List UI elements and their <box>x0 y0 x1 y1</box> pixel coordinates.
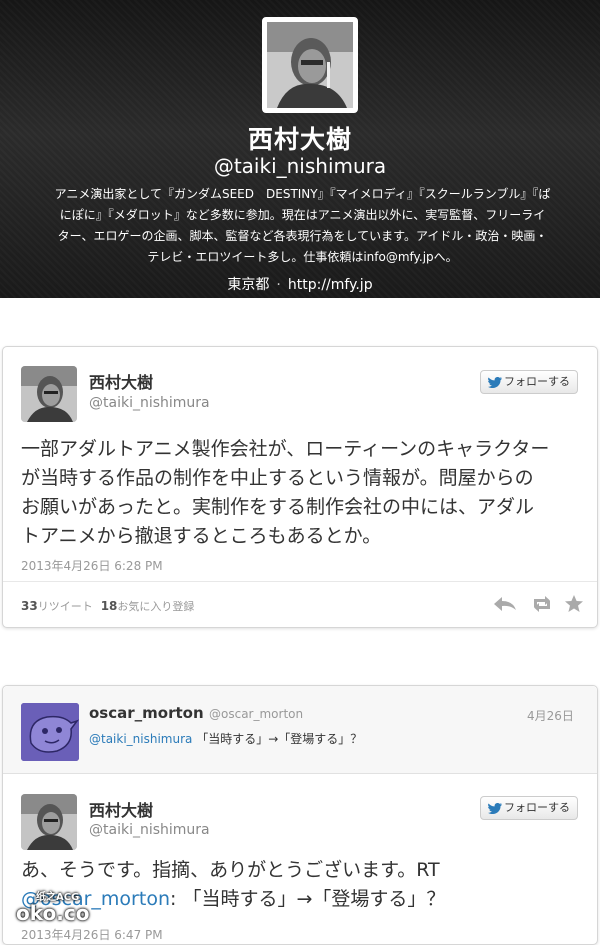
follow-button[interactable]: フォローする <box>480 796 578 820</box>
retweet-icon[interactable] <box>529 595 555 613</box>
divider <box>3 581 597 582</box>
conversation-card: oscar_morton @oscar_morton 4月26日 @taiki_… <box>2 685 598 945</box>
tweet-avatar[interactable] <box>21 794 77 850</box>
avatar-photo <box>267 22 353 108</box>
reply-text-body: 「当時する」→「登場する」？ <box>192 732 363 746</box>
retweet-label[interactable]: リツイート <box>38 600 93 613</box>
reply-author-handle[interactable]: @oscar_morton <box>209 707 303 721</box>
profile-bio: アニメ演出家として『ガンダムSEED DESTINY』『マイメロディ』『スクール… <box>45 184 560 268</box>
profile-location: 東京都 <box>227 277 270 293</box>
profile-bio-line: アニメ演出家として『ガンダムSEED DESTINY』『マイメロディ』『スクール… <box>54 187 551 201</box>
favorite-count[interactable]: 18 <box>101 599 118 613</box>
tweet-text-line: が当時する作品の制作を中止するという情報が。問屋からの <box>21 467 534 489</box>
profile-handle: @taiki_nishimura <box>213 154 387 178</box>
watermark-logo: 纸之ACG oko.co <box>2 884 89 930</box>
tweet-avatar[interactable] <box>21 366 77 422</box>
reply-icon[interactable] <box>493 595 517 613</box>
favorite-star-icon[interactable] <box>564 594 584 614</box>
profile-avatar[interactable] <box>262 17 358 113</box>
tweet-author-handle[interactable]: @taiki_nishimura <box>89 822 210 838</box>
twitter-bird-icon <box>488 802 502 814</box>
avatar-photo <box>21 794 77 850</box>
tweet-author-handle[interactable]: @taiki_nishimura <box>89 395 210 411</box>
profile-header: 西村大樹 @taiki_nishimura アニメ演出家として『ガンダムSEED… <box>0 0 600 298</box>
follow-button[interactable]: フォローする <box>480 370 578 394</box>
reply-author-name[interactable]: oscar_morton <box>89 704 204 722</box>
profile-bio-line: にぽに』『メダロット』など多数に参加。現在はアニメ演出以外に、実写監督、フリーラ… <box>59 208 546 222</box>
profile-bio-line: テレビ・エロツイート多し。仕事依頼はinfo@mfy.jpへ。 <box>147 250 458 264</box>
watermark-text: oko.co <box>16 901 90 925</box>
profile-location-row: 東京都 · http://mfy.jp <box>0 274 600 294</box>
profile-bio-line: ター、エロゲーの企画、脚本、監督など各表現行為をしています。アイドル・政治・映画… <box>57 229 548 243</box>
tweet-text-line: お願いがあったと。実制作をする制作会社の中には、アダル <box>21 496 535 518</box>
tweet-text-line: あ、そうです。指摘、ありがとうございます。RT <box>21 859 440 881</box>
location-separator: · <box>276 277 281 293</box>
reply-tweet[interactable]: oscar_morton @oscar_morton 4月26日 @taiki_… <box>3 686 597 774</box>
twitter-bird-icon <box>488 376 502 388</box>
avatar-photo <box>21 366 77 422</box>
follow-button-label: フォローする <box>504 375 570 388</box>
profile-name: 西村大樹 <box>247 125 352 154</box>
favorite-label[interactable]: お気に入り登録 <box>117 600 194 613</box>
mention-link[interactable]: @taiki_nishimura <box>89 732 192 746</box>
tweet-text-rest: : 「当時する」→「登場する」？ <box>170 888 446 910</box>
tweet-author-name[interactable]: 西村大樹 <box>89 369 153 393</box>
tweet-text-line: トアニメから撤退するところもあるとか。 <box>21 525 382 547</box>
tweet-card: 西村大樹 @taiki_nishimura フォローする 一部アダルトアニメ製作… <box>2 346 598 628</box>
tweet-timestamp[interactable]: 2013年4月26日 6:28 PM <box>21 557 163 574</box>
profile-url-link[interactable]: http://mfy.jp <box>288 277 373 293</box>
reply-date[interactable]: 4月26日 <box>527 707 574 724</box>
reply-avatar[interactable] <box>21 703 79 761</box>
retweet-count[interactable]: 33 <box>21 599 38 613</box>
follow-button-label: フォローする <box>504 801 570 814</box>
tweet-text-line: 一部アダルトアニメ製作会社が、ローティーンのキャラクター <box>21 438 550 460</box>
reply-text: @taiki_nishimura 「当時する」→「登場する」？ <box>89 730 362 747</box>
tweet-text: 一部アダルトアニメ製作会社が、ローティーンのキャラクター が当時する作品の制作を… <box>21 435 549 551</box>
cartoon-avatar-icon <box>21 703 79 761</box>
tweet-author-name[interactable]: 西村大樹 <box>89 797 153 821</box>
tweet-stats: 33リツイート 18お気に入り登録 <box>21 598 194 614</box>
